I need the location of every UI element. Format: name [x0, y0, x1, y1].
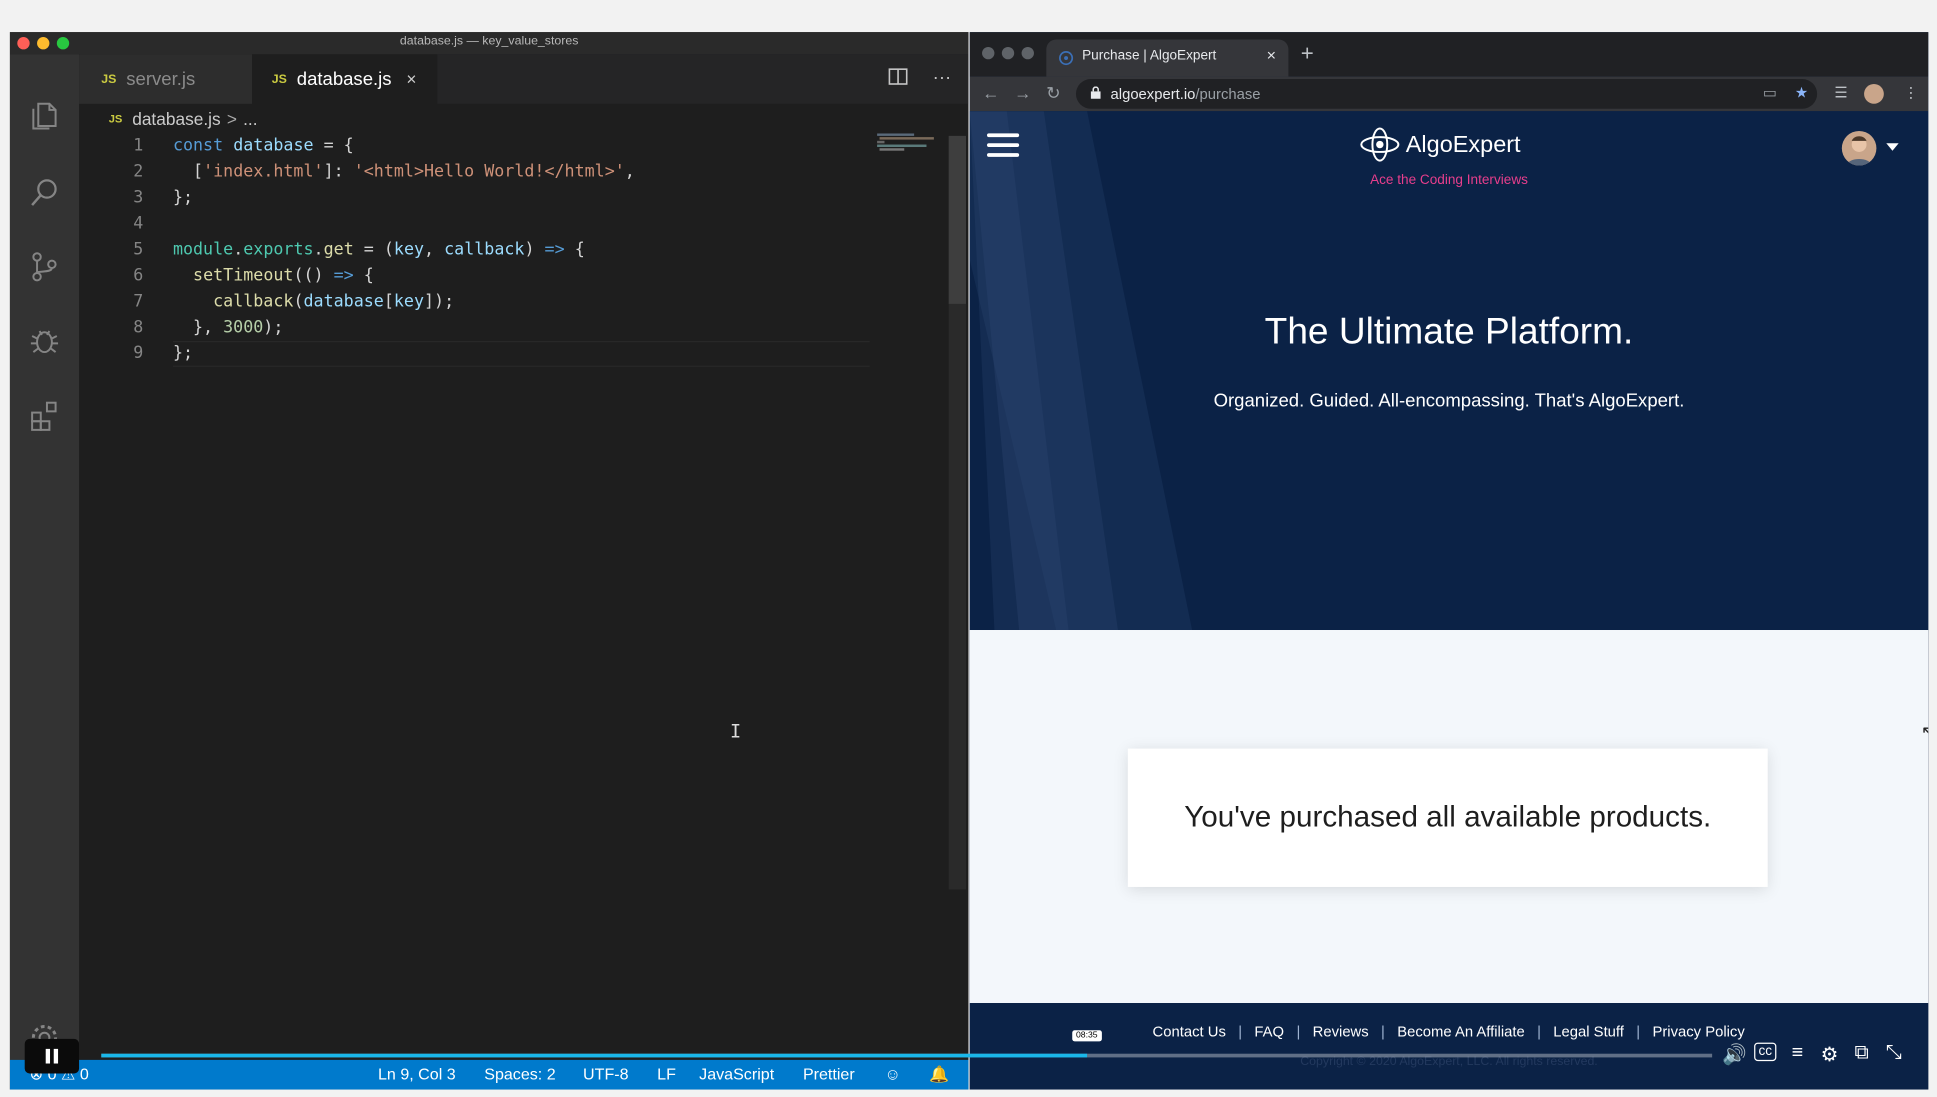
purchase-status-card: You've purchased all available products. [1127, 748, 1768, 887]
transcript-icon[interactable]: ≡ [1786, 1043, 1808, 1068]
js-file-icon: JS [271, 72, 287, 86]
spotlight-beam-decoration [969, 111, 1193, 631]
hero-title: The Ultimate Platform. [1264, 311, 1634, 353]
activity-bar [9, 54, 80, 1090]
breadcrumb-file[interactable]: database.js [132, 109, 220, 129]
extensions-icon[interactable] [25, 395, 65, 435]
address-bar[interactable]: algoexpert.io/purchase ▭ ★ [1075, 79, 1818, 109]
tab-label: database.js [296, 68, 392, 90]
vscode-window: database.js — key_value_stores JS server… [9, 32, 969, 1090]
code-editor[interactable]: 1 const database = { 2 ['index.html']: '<… [79, 133, 882, 1072]
logo-text: AlgoExpert [1405, 132, 1521, 159]
exit-fullscreen-icon[interactable]: ⤡ [1883, 1043, 1905, 1068]
code-line: 4 [133, 213, 144, 234]
code-line: 7 callback(database[key]); [133, 291, 455, 312]
video-player-controls: 08:35 🔊 cc ≡ ⚙ ⧉ ⤡ [10, 1030, 1928, 1077]
more-actions-icon[interactable]: ··· [933, 67, 952, 92]
tagline: Ace the Coding Interviews [1370, 172, 1528, 188]
media-control-icon[interactable]: ☰ [1834, 84, 1847, 101]
close-window-button[interactable] [982, 46, 995, 60]
reload-icon[interactable]: ↻ [1046, 83, 1060, 104]
atom-logo-icon [1360, 127, 1400, 162]
text-cursor-icon: I [730, 720, 742, 743]
browser-menu-icon[interactable]: ⋮ [1904, 84, 1919, 101]
purchase-message: You've purchased all available products. [1184, 800, 1712, 834]
search-icon[interactable] [25, 173, 65, 213]
forward-icon[interactable]: → [1014, 83, 1031, 103]
tab-label: server.js [126, 68, 196, 90]
player-buttons: 🔊 cc ≡ ⚙ ⧉ ⤡ [1722, 1042, 1905, 1068]
pip-icon[interactable]: ⧉ [1850, 1043, 1872, 1068]
code-line: 9}; [133, 343, 194, 364]
debug-icon[interactable] [25, 321, 65, 361]
source-control-icon[interactable] [25, 247, 65, 287]
minimap[interactable] [877, 133, 951, 158]
bookmark-star-icon[interactable]: ★ [1795, 84, 1808, 101]
scrollbar-thumb[interactable] [948, 135, 967, 304]
algoexpert-favicon-icon [1059, 51, 1074, 66]
pause-button[interactable] [24, 1038, 80, 1074]
hamburger-menu-icon[interactable] [987, 133, 1020, 158]
browser-tabstrip: Purchase | AlgoExpert × + [969, 32, 1929, 77]
chevron-right-icon: > [226, 108, 237, 129]
minimize-window-button[interactable] [1001, 46, 1015, 60]
browser-tab[interactable]: Purchase | AlgoExpert × [1046, 39, 1289, 77]
volume-icon[interactable]: 🔊 [1722, 1043, 1747, 1068]
user-avatar[interactable] [1841, 130, 1877, 166]
js-file-icon: JS [101, 72, 117, 86]
breadcrumb: JS database.js > ... [109, 106, 258, 131]
browser-toolbar: ← → ↻ algoexpert.io/purchase ▭ ★ ☰ ⋮ [969, 76, 1929, 112]
code-line: 1 const database = { [133, 135, 354, 156]
purchase-section: You've purchased all available products. [969, 630, 1929, 1004]
close-tab-icon[interactable]: × [1267, 46, 1276, 65]
cast-icon[interactable]: ▭ [1763, 84, 1777, 101]
chevron-down-icon[interactable] [1886, 143, 1899, 151]
code-line: 3}; [133, 187, 194, 208]
screen: database.js — key_value_stores JS server… [0, 0, 1937, 1097]
tab-server-js[interactable]: JS server.js [79, 54, 253, 104]
back-icon[interactable]: ← [982, 83, 999, 103]
hero-subtitle: Organized. Guided. All-encompassing. Tha… [1213, 390, 1685, 412]
algoexpert-logo[interactable]: AlgoExpert [1359, 126, 1557, 163]
time-tooltip: 08:35 [1072, 1030, 1102, 1042]
tab-database-js[interactable]: JS database.js × [252, 54, 438, 104]
code-line: 5 module.exports.get = (key, callback) =>… [133, 239, 585, 260]
code-line: 6 setTimeout(() => { [133, 265, 374, 286]
code-line: 2 ['index.html']: '<html>Hello World!</h… [133, 161, 635, 182]
zoom-window-button[interactable] [1021, 46, 1034, 60]
editor-tabbar: JS server.js JS database.js × ··· [79, 54, 969, 104]
pause-icon [45, 1048, 59, 1064]
profile-avatar-icon[interactable] [1864, 84, 1884, 104]
hero-section: AlgoExpert Ace the Coding Interviews The… [969, 111, 1929, 631]
breadcrumb-more[interactable]: ... [243, 109, 257, 129]
browser-window: Purchase | AlgoExpert × + ← → ↻ algoexpe… [969, 32, 1929, 1090]
progress-fill[interactable] [101, 1053, 1088, 1058]
close-tab-icon[interactable]: × [406, 69, 416, 89]
window-title: database.js — key_value_stores [399, 34, 579, 49]
mouse-pointer-icon: ↖ [1921, 721, 1928, 742]
editor-actions: ··· [888, 67, 951, 92]
url-text: algoexpert.io/purchase [1110, 85, 1261, 103]
split-editor-icon[interactable] [888, 67, 908, 92]
js-file-icon: JS [108, 112, 123, 125]
code-line: 8 }, 3000); [133, 317, 284, 338]
settings-icon[interactable]: ⚙ [1818, 1043, 1840, 1068]
lock-icon [1090, 86, 1101, 99]
explorer-icon[interactable] [25, 96, 65, 136]
new-tab-icon[interactable]: + [1301, 41, 1314, 67]
vscode-titlebar: database.js — key_value_stores [9, 32, 969, 55]
captions-icon[interactable]: cc [1754, 1042, 1777, 1062]
tab-title: Purchase | AlgoExpert [1082, 48, 1217, 64]
